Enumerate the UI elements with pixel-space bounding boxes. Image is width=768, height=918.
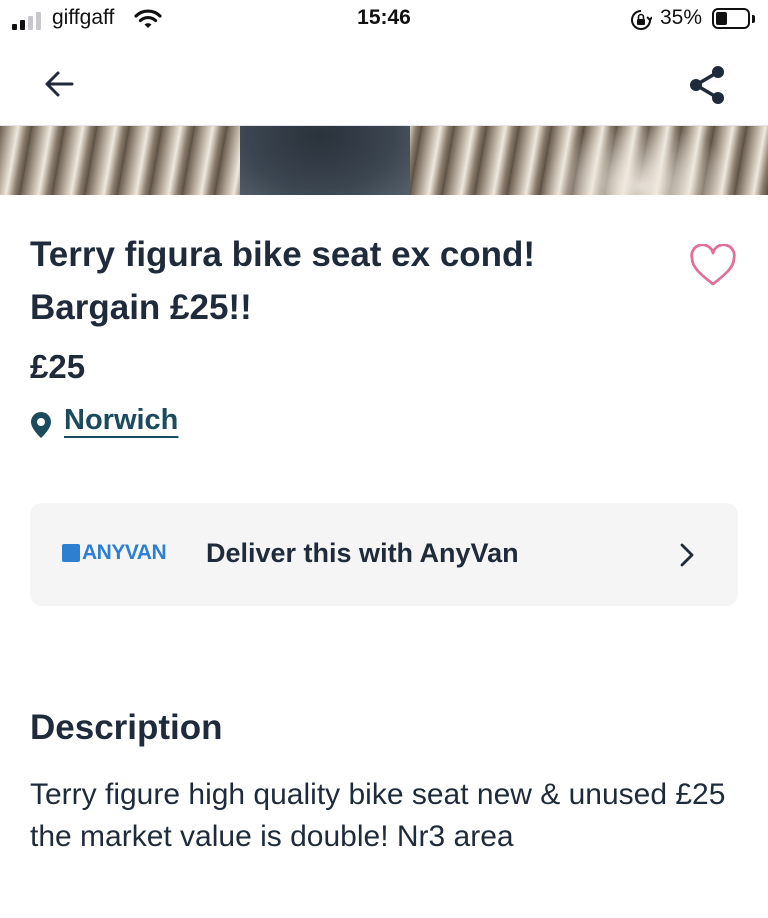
location-pin-icon bbox=[31, 412, 51, 438]
listing-page: giffgaff 15:46 35% Terry figura bike sea… bbox=[0, 0, 768, 918]
nav-bar bbox=[0, 40, 768, 126]
arrow-left-icon[interactable] bbox=[36, 64, 84, 104]
description-heading: Description bbox=[30, 708, 223, 747]
anyvan-logo-text: ANYVAN bbox=[82, 541, 167, 564]
listing-title: Terry figura bike seat ex cond! Bargain … bbox=[30, 235, 536, 327]
clock: 15:46 bbox=[357, 6, 411, 29]
share-icon[interactable] bbox=[684, 62, 730, 108]
status-bar: giffgaff 15:46 35% bbox=[0, 0, 768, 40]
photo-seat-region bbox=[240, 126, 410, 195]
anyvan-mark-icon bbox=[62, 544, 80, 562]
listing-price: £25 bbox=[30, 348, 86, 385]
delivery-label: Deliver this with AnyVan bbox=[206, 538, 519, 568]
chevron-right-icon bbox=[680, 543, 694, 567]
battery-level bbox=[716, 12, 727, 25]
listing-photo[interactable] bbox=[0, 126, 768, 195]
anyvan-delivery-card[interactable]: ANYVAN Deliver this with AnyVan bbox=[30, 503, 738, 606]
location-link[interactable]: Norwich bbox=[64, 404, 178, 437]
battery-percent: 35% bbox=[660, 6, 703, 29]
heart-outline-icon[interactable] bbox=[688, 244, 738, 288]
description-body: Terry figure high quality bike seat new … bbox=[30, 778, 726, 853]
anyvan-logo: ANYVAN bbox=[62, 541, 167, 565]
orientation-lock-icon bbox=[631, 10, 652, 30]
battery-icon bbox=[712, 8, 750, 29]
battery-tip bbox=[752, 15, 755, 23]
